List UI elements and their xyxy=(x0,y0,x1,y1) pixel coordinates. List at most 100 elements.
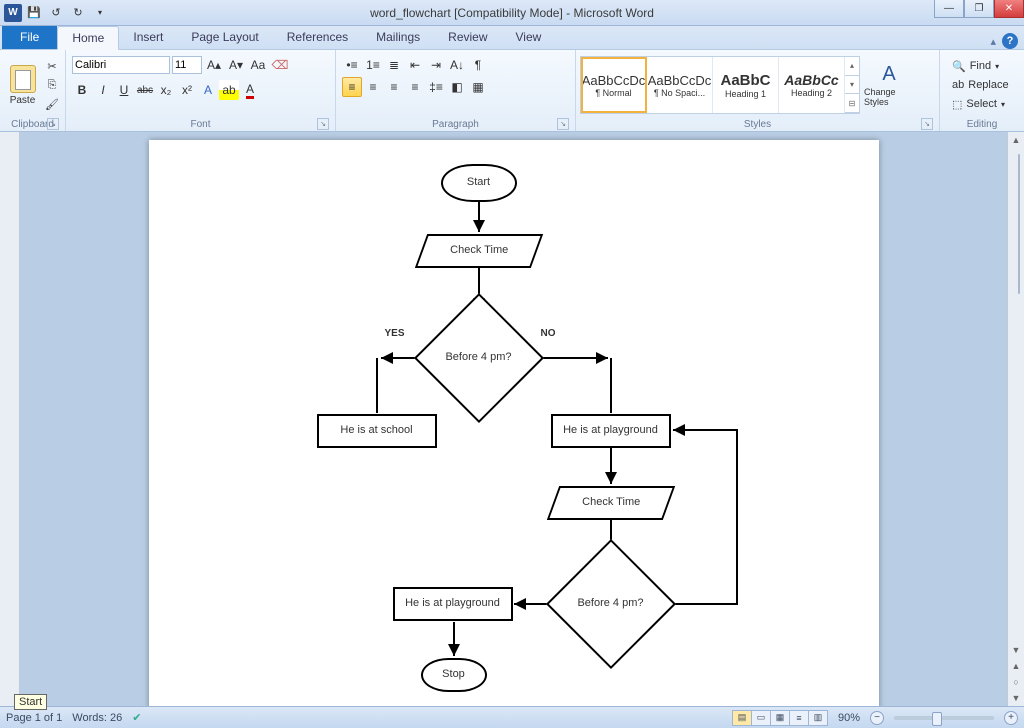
print-layout-view-icon[interactable]: ▤ xyxy=(732,710,752,726)
scroll-up-icon[interactable]: ▲ xyxy=(1008,132,1024,148)
change-styles-button[interactable]: A Change Styles xyxy=(864,54,914,116)
zoom-in-button[interactable]: + xyxy=(1004,711,1018,725)
flowchart-start[interactable]: Start xyxy=(441,164,517,202)
tab-references[interactable]: References xyxy=(273,25,362,49)
style-heading-2[interactable]: AaBbCcHeading 2 xyxy=(779,57,845,113)
underline-button[interactable]: U xyxy=(114,80,134,100)
clipboard-launcher-icon[interactable]: ↘ xyxy=(47,118,59,130)
proofing-icon[interactable]: ✔ xyxy=(132,711,141,724)
vertical-scrollbar[interactable]: ▲ ▼ ▲ ○ ▼ xyxy=(1007,132,1024,706)
strike-button[interactable]: abc xyxy=(135,80,155,100)
minimize-button[interactable]: ― xyxy=(934,0,964,18)
undo-icon[interactable]: ↺ xyxy=(46,3,66,23)
browse-prev-icon[interactable]: ▲ xyxy=(1008,658,1024,674)
page-indicator[interactable]: Page 1 of 1 xyxy=(6,712,62,724)
shrink-font-icon[interactable]: A▾ xyxy=(226,55,246,75)
multilevel-icon[interactable]: ≣ xyxy=(384,55,404,75)
minimize-ribbon-icon[interactable]: ▴ xyxy=(990,35,996,48)
word-app-icon[interactable]: W xyxy=(4,4,22,22)
clear-format-icon[interactable]: ⌫ xyxy=(270,55,290,75)
shading-icon[interactable]: ◧ xyxy=(447,77,467,97)
flowchart-decision-2[interactable]: Before 4 pm? xyxy=(565,558,657,650)
outline-view-icon[interactable]: ≡ xyxy=(789,710,809,726)
word-count[interactable]: Words: 26 xyxy=(72,712,122,724)
bold-button[interactable]: B xyxy=(72,80,92,100)
style-no-spacing[interactable]: AaBbCcDc¶ No Spaci... xyxy=(647,57,713,113)
page: Start Check Time Before 4 pm? YES NO He … xyxy=(149,140,879,706)
tab-insert[interactable]: Insert xyxy=(119,25,177,49)
tab-mailings[interactable]: Mailings xyxy=(362,25,434,49)
tab-review[interactable]: Review xyxy=(434,25,501,49)
styles-launcher-icon[interactable]: ↘ xyxy=(921,118,933,130)
web-layout-view-icon[interactable]: ▦ xyxy=(770,710,790,726)
font-name-input[interactable] xyxy=(72,56,170,74)
align-right-icon[interactable]: ≡ xyxy=(384,77,404,97)
select-button[interactable]: ⬚Select▾ xyxy=(948,95,1013,113)
group-editing: 🔍Find▾ abReplace ⬚Select▾ Editing xyxy=(940,50,1024,131)
bullets-icon[interactable]: •≡ xyxy=(342,55,362,75)
justify-icon[interactable]: ≡ xyxy=(405,77,425,97)
draft-view-icon[interactable]: ▥ xyxy=(808,710,828,726)
document-scroll-pane[interactable]: Start Check Time Before 4 pm? YES NO He … xyxy=(20,132,1007,706)
tab-view[interactable]: View xyxy=(502,25,556,49)
font-launcher-icon[interactable]: ↘ xyxy=(317,118,329,130)
show-marks-icon[interactable]: ¶ xyxy=(468,55,488,75)
tab-home[interactable]: Home xyxy=(57,26,119,50)
text-effects-icon[interactable]: A xyxy=(198,80,218,100)
browse-object-icon[interactable]: ○ xyxy=(1008,674,1024,690)
superscript-button[interactable]: x² xyxy=(177,80,197,100)
copy-icon[interactable]: ⎘ xyxy=(43,76,61,94)
tab-file[interactable]: File xyxy=(2,25,57,49)
italic-button[interactable]: I xyxy=(93,80,113,100)
line-spacing-icon[interactable]: ‡≡ xyxy=(426,77,446,97)
redo-icon[interactable]: ↻ xyxy=(68,3,88,23)
decision-no-label: NO xyxy=(541,328,556,339)
help-icon[interactable]: ? xyxy=(1002,33,1018,49)
flowchart-playground-2[interactable]: He is at playground xyxy=(393,587,513,621)
borders-icon[interactable]: ▦ xyxy=(468,77,488,97)
maximize-button[interactable]: ❐ xyxy=(964,0,994,18)
flowchart-check-time-1[interactable]: Check Time xyxy=(414,234,542,268)
style-normal[interactable]: AaBbCcDc¶ Normal xyxy=(581,57,647,113)
align-left-icon[interactable]: ≡ xyxy=(342,77,362,97)
change-case-icon[interactable]: Aa xyxy=(248,55,268,75)
flowchart-decision-1[interactable]: Before 4 pm? xyxy=(433,312,525,404)
save-icon[interactable]: 💾 xyxy=(24,3,44,23)
close-button[interactable]: ✕ xyxy=(994,0,1024,18)
browse-next-icon[interactable]: ▼ xyxy=(1008,690,1024,706)
tab-page-layout[interactable]: Page Layout xyxy=(177,25,272,49)
styles-scrollbar[interactable]: ▴▾⊟ xyxy=(845,57,859,113)
paste-button[interactable]: Paste xyxy=(4,54,41,116)
flowchart-playground-1[interactable]: He is at playground xyxy=(551,414,671,448)
cut-icon[interactable]: ✂ xyxy=(43,57,61,75)
flowchart-school[interactable]: He is at school xyxy=(317,414,437,448)
vertical-ruler[interactable] xyxy=(0,132,20,706)
align-center-icon[interactable]: ≡ xyxy=(363,77,383,97)
full-screen-view-icon[interactable]: ▭ xyxy=(751,710,771,726)
scroll-down-icon[interactable]: ▼ xyxy=(1008,642,1024,658)
styles-gallery[interactable]: AaBbCcDc¶ Normal AaBbCcDc¶ No Spaci... A… xyxy=(580,56,860,114)
grow-font-icon[interactable]: A▴ xyxy=(204,55,224,75)
zoom-level[interactable]: 90% xyxy=(838,712,860,724)
subscript-button[interactable]: x₂ xyxy=(156,80,176,100)
format-painter-icon[interactable]: 🖌 xyxy=(43,95,61,113)
zoom-slider[interactable] xyxy=(894,716,994,720)
flowchart-check-time-2[interactable]: Check Time xyxy=(546,486,674,520)
view-buttons: ▤ ▭ ▦ ≡ ▥ xyxy=(733,710,828,726)
increase-indent-icon[interactable]: ⇥ xyxy=(426,55,446,75)
font-size-input[interactable] xyxy=(172,56,202,74)
flowchart-stop[interactable]: Stop xyxy=(421,658,487,692)
find-button[interactable]: 🔍Find▾ xyxy=(948,57,1013,75)
numbering-icon[interactable]: 1≡ xyxy=(363,55,383,75)
scrollbar-thumb[interactable] xyxy=(1018,154,1020,294)
replace-button[interactable]: abReplace xyxy=(948,76,1013,94)
style-heading-1[interactable]: AaBbCHeading 1 xyxy=(713,57,779,113)
qat-customize-icon[interactable]: ▾ xyxy=(90,3,110,23)
decrease-indent-icon[interactable]: ⇤ xyxy=(405,55,425,75)
highlight-icon[interactable]: ab xyxy=(219,80,239,100)
zoom-out-button[interactable]: − xyxy=(870,711,884,725)
sort-icon[interactable]: A↓ xyxy=(447,55,467,75)
editing-label: Editing xyxy=(967,119,998,130)
paragraph-launcher-icon[interactable]: ↘ xyxy=(557,118,569,130)
font-color-icon[interactable]: A xyxy=(240,80,260,100)
